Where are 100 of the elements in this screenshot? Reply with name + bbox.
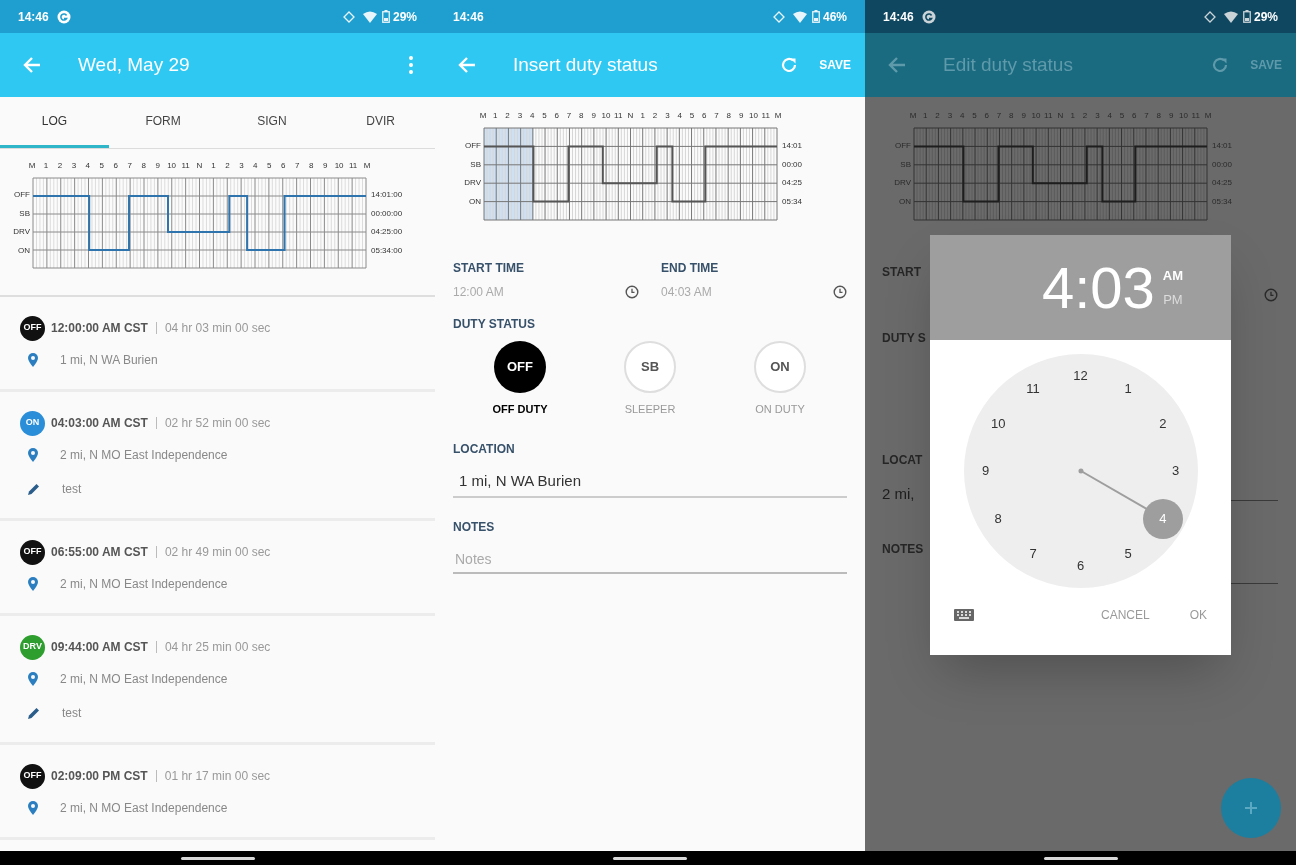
status-badge: OFF <box>20 763 45 789</box>
hour-label: 3 <box>71 161 77 171</box>
battery-level: 29% <box>392 8 417 26</box>
clock-number[interactable]: 7 <box>1022 542 1044 565</box>
hour-label: 8 <box>308 161 314 171</box>
field-label: NOTES <box>882 540 925 558</box>
event-time: 06:55:00 AM CST <box>51 544 148 561</box>
clock-number[interactable]: 3 <box>1164 460 1187 482</box>
duty-status-option[interactable]: SB <box>624 341 676 393</box>
hour-label: 11 <box>761 111 770 121</box>
clock-number[interactable]: 6 <box>1069 555 1092 577</box>
field-label: START TIME <box>453 260 526 277</box>
location-pin-icon <box>28 577 38 591</box>
back-arrow-icon <box>888 57 906 73</box>
clock-number[interactable]: 2 <box>1151 412 1174 435</box>
pencil-icon <box>27 482 40 496</box>
clock-number[interactable]: 5 <box>1117 542 1139 565</box>
tab[interactable]: DVIR <box>326 97 435 148</box>
event-duration: 02 hr 52 min 00 sec <box>164 415 271 432</box>
hour-label: 1 <box>640 111 645 121</box>
hour-label: 3 <box>517 111 523 121</box>
clock-number[interactable]: 1 <box>1117 377 1139 400</box>
clock-time: 14:46 <box>18 8 49 26</box>
status-total: 14:01:00 <box>371 190 403 201</box>
location-pin-icon <box>28 672 38 686</box>
event-location: 2 mi, N MO East Independence <box>60 671 228 688</box>
event-duration: 02 hr 49 min 00 sec <box>164 544 271 561</box>
clock-number[interactable]: 9 <box>974 460 997 482</box>
clock-icon[interactable] <box>833 285 847 299</box>
battery-icon <box>1242 10 1251 23</box>
hour-label: 8 <box>141 161 146 171</box>
keyboard-button[interactable] <box>954 607 976 623</box>
status-label: ON <box>469 197 481 208</box>
clock-time: 14:46 <box>453 8 484 26</box>
hour-label: 6 <box>113 161 118 171</box>
hour-label: 6 <box>702 111 707 121</box>
screen-title: Insert duty status <box>513 52 658 77</box>
back-arrow-icon <box>23 57 41 73</box>
hour-label: M <box>479 111 487 121</box>
clock-number[interactable]: 10 <box>987 412 1010 435</box>
hour-label: N <box>627 111 634 121</box>
clock-icon[interactable] <box>625 285 639 299</box>
status-total: 05:34 <box>782 197 803 208</box>
hour-label: 5 <box>689 111 695 121</box>
hour-label: 7 <box>127 161 132 171</box>
hour-label: 3 <box>665 111 670 121</box>
hour-label: 10 <box>748 111 758 121</box>
status-total: 04:25 <box>782 178 803 189</box>
field-label: LOCATION <box>453 440 516 458</box>
hour-label: 5 <box>99 161 104 171</box>
hour-label: M <box>28 161 36 171</box>
hour-label: 10 <box>1178 111 1188 121</box>
event-location: 2 mi, N MO East Independence <box>60 800 228 817</box>
field-label: END TIME <box>661 260 720 277</box>
hour-label: 4 <box>529 111 535 121</box>
status-label: DRV <box>13 227 30 238</box>
hour-label: 2 <box>505 111 510 121</box>
hour-label: 11 <box>348 161 358 171</box>
field-label: START <box>882 264 923 281</box>
event-location: 2 mi, N MO East Independence <box>60 576 228 593</box>
clock-number[interactable]: 11 <box>1022 377 1044 400</box>
hour-label: 5 <box>542 111 547 121</box>
wifi-icon <box>1223 10 1238 23</box>
hour-label: M <box>363 161 371 171</box>
event-note: test <box>62 481 82 498</box>
status-total: 04:25:00 <box>371 227 403 238</box>
event-time: 02:09:00 PM CST <box>51 768 148 785</box>
clock-number[interactable]: 12 <box>1069 365 1092 387</box>
hour-label: 1 <box>43 161 49 171</box>
hour-label: 5 <box>267 161 272 171</box>
status-total: 05:34 <box>1212 197 1233 208</box>
hour-label: 11 <box>1044 111 1053 121</box>
duty-status-option[interactable]: OFF <box>494 341 546 393</box>
home-handle[interactable] <box>1043 856 1118 860</box>
pencil-icon <box>27 706 40 720</box>
rotation-icon <box>342 10 355 23</box>
location-input[interactable]: 1 mi, N WA Burien <box>453 465 847 498</box>
hour-label: 2 <box>57 161 63 171</box>
hour-label: 11 <box>181 161 190 171</box>
hour-label: 7 <box>714 111 719 121</box>
home-handle[interactable] <box>180 856 255 860</box>
status-badge: OFF <box>20 315 45 341</box>
tab[interactable]: SIGN <box>217 97 327 148</box>
tab[interactable]: FORM <box>108 97 218 148</box>
hour-label: 7 <box>566 111 572 121</box>
location-value: 2 mi, <box>882 484 916 504</box>
duty-status-option[interactable]: ON <box>754 341 806 393</box>
location-pin-icon <box>28 448 38 462</box>
status-label: SB <box>19 208 30 219</box>
screen-title: Edit duty status <box>943 52 1073 77</box>
event-duration: 01 hr 17 min 00 sec <box>164 768 271 785</box>
notes-input[interactable]: Notes <box>453 545 847 574</box>
clock-time: 14:46 <box>883 8 914 26</box>
hour-label: 8 <box>726 111 732 121</box>
clock-number[interactable]: 8 <box>987 507 1010 530</box>
plus-icon <box>1244 801 1258 815</box>
home-handle[interactable] <box>613 856 687 860</box>
status-label: DRV <box>894 178 911 189</box>
status-label: ON <box>899 197 911 208</box>
hour-label: 9 <box>591 111 596 121</box>
